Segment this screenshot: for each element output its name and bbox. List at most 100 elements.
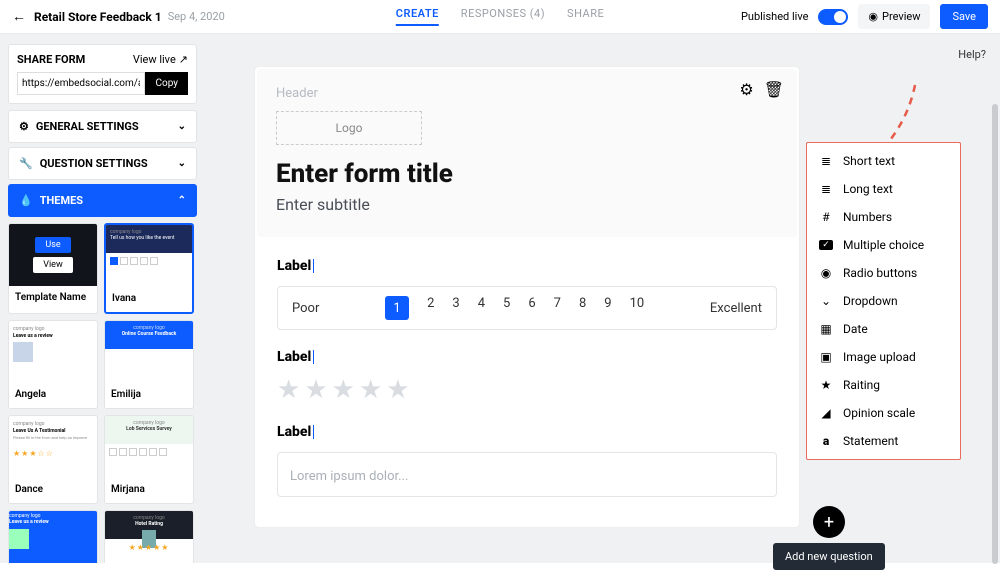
main: SHARE FORM View live ↗ Copy ⚙ GENERAL SET… [0, 34, 1000, 563]
view-live-link[interactable]: View live ↗ [133, 53, 188, 66]
tab-share[interactable]: SHARE [567, 7, 604, 26]
question-opinion-scale[interactable]: Label Poor 1 2 3 4 5 6 7 8 9 10 [255, 239, 799, 330]
published-live-toggle[interactable] [818, 9, 848, 25]
qtype-date[interactable]: ▦Date [807, 315, 960, 343]
question-rating[interactable]: Label ★ ★ ★ ★ ★ [255, 330, 799, 405]
star-icon[interactable]: ★ [386, 375, 409, 405]
scale-option[interactable]: 3 [452, 296, 459, 320]
statement-icon: a [819, 434, 833, 448]
qtype-dropdown[interactable]: ⌄Dropdown [807, 287, 960, 315]
qtype-multiple-choice[interactable]: ✓Multiple choice [807, 231, 960, 259]
share-url-input[interactable] [17, 72, 145, 95]
theme-card[interactable]: company logo Leave Us A Testimonial Plea… [8, 415, 98, 504]
copy-button[interactable]: Copy [145, 72, 188, 95]
gear-icon[interactable]: ⚙ [739, 80, 753, 99]
qtype-opinion-scale[interactable]: ◢Opinion scale [807, 399, 960, 427]
question-label[interactable]: Label [277, 349, 311, 365]
tab-responses[interactable]: RESPONSES (4) [461, 7, 545, 26]
scrollbar[interactable] [992, 104, 998, 564]
scale-option[interactable]: 10 [630, 296, 645, 320]
scale-option[interactable]: 9 [604, 296, 611, 320]
rating-stars[interactable]: ★ ★ ★ ★ ★ [277, 375, 777, 405]
theme-card[interactable]: company logoHotel Rating ★★★★★ Kiko [104, 510, 194, 563]
star-icon: ★ [819, 378, 833, 392]
question-label[interactable]: Label [277, 424, 311, 440]
eye-icon: ◉ [868, 10, 878, 23]
theme-use-button[interactable]: Use [35, 237, 70, 253]
cursor-icon [313, 425, 314, 439]
theme-view-button[interactable]: View [33, 257, 72, 273]
chevron-down-icon: ⌄ [178, 158, 186, 169]
scale-numbers: 1 2 3 4 5 6 7 8 9 10 [385, 296, 644, 320]
theme-name: Emilija [105, 383, 193, 408]
question-long-text[interactable]: Label Lorem ipsum dolor... [255, 405, 799, 497]
question-settings-label: QUESTION SETTINGS [40, 157, 148, 170]
help-link[interactable]: Help? [958, 48, 986, 61]
top-tabs: CREATE RESPONSES (4) SHARE [396, 7, 604, 26]
chevron-down-icon: ⌄ [178, 121, 186, 132]
star-icon[interactable]: ★ [359, 375, 382, 405]
add-question-fab[interactable]: + [813, 506, 845, 538]
canvas: Help? ⚙ 🗑 Header Logo Enter form title E… [205, 34, 1000, 563]
theme-card[interactable]: Use View Template Name [8, 223, 98, 314]
qtype-image-upload[interactable]: ▣Image upload [807, 343, 960, 371]
trash-icon[interactable]: 🗑 [764, 80, 784, 99]
form-subtitle-input[interactable]: Enter subtitle [276, 195, 778, 214]
theme-card[interactable]: company logoOnline Course Feedback Emili… [104, 320, 194, 409]
theme-name: Ivana [106, 287, 192, 312]
add-question-tooltip: Add new question [773, 543, 885, 570]
theme-card[interactable]: company logoTell us how you like the eve… [104, 223, 194, 314]
tab-create[interactable]: CREATE [396, 7, 439, 26]
accordion-question-settings[interactable]: 🔧QUESTION SETTINGS ⌄ [8, 147, 197, 180]
theme-name: Dance [9, 478, 97, 503]
back-arrow-icon[interactable]: ← [12, 8, 26, 25]
question-label[interactable]: Label [277, 258, 311, 274]
scale-low-label: Poor [292, 301, 319, 316]
gear-icon: ⚙ [19, 120, 29, 133]
preview-label: Preview [882, 10, 920, 23]
star-icon[interactable]: ★ [304, 375, 327, 405]
checkbox-icon: ✓ [819, 240, 833, 250]
logo-upload-box[interactable]: Logo [276, 111, 422, 145]
theme-card[interactable]: company logoLeave us a review Nevrie [8, 510, 98, 563]
theme-name: Angela [9, 383, 97, 408]
qtype-radio-buttons[interactable]: ◉Radio buttons [807, 259, 960, 287]
qtype-rating[interactable]: ★Raiting [807, 371, 960, 399]
theme-name: Template Name [9, 286, 97, 311]
scale-option[interactable]: 7 [554, 296, 561, 320]
form-title-input[interactable]: Enter form title [276, 159, 778, 189]
scale-option[interactable]: 2 [427, 296, 434, 320]
scale-option[interactable]: 8 [579, 296, 586, 320]
qtype-numbers[interactable]: #Numbers [807, 203, 960, 231]
theme-card[interactable]: company logoLob Services Survey Mirjana [104, 415, 194, 504]
topbar-right: Published live ◉ Preview Save [741, 4, 988, 29]
scale-option[interactable]: 5 [503, 296, 510, 320]
header-caption: Header [276, 86, 778, 101]
chevron-up-icon: ⌃ [178, 195, 186, 206]
save-button[interactable]: Save [940, 4, 988, 29]
qtype-long-text[interactable]: ≣Long text [807, 175, 960, 203]
calendar-icon: ▦ [819, 322, 833, 336]
view-live-label: View live [133, 53, 176, 66]
form-header-block[interactable]: ⚙ 🗑 Header Logo Enter form title Enter s… [257, 69, 797, 237]
scale-option[interactable]: 4 [478, 296, 485, 320]
star-icon[interactable]: ★ [332, 375, 355, 405]
chevron-down-icon: ⌄ [819, 294, 833, 308]
long-text-input[interactable]: Lorem ipsum dolor... [277, 452, 777, 497]
accordion-general-settings[interactable]: ⚙ GENERAL SETTINGS ⌄ [8, 110, 197, 143]
bars-icon: ◢ [819, 406, 833, 420]
preview-button[interactable]: ◉ Preview [858, 4, 930, 29]
external-link-icon: ↗ [179, 53, 188, 66]
form-card: ⚙ 🗑 Header Logo Enter form title Enter s… [255, 67, 799, 527]
qtype-short-text[interactable]: ≣Short text [807, 147, 960, 175]
scale-option[interactable]: 6 [528, 296, 535, 320]
theme-card[interactable]: company logo Leave us a review Angela [8, 320, 98, 409]
scale-option[interactable]: 1 [385, 296, 409, 320]
share-form-panel: SHARE FORM View live ↗ Copy [8, 44, 197, 104]
accordion-themes[interactable]: 💧THEMES ⌃ [8, 184, 197, 217]
general-settings-label: GENERAL SETTINGS [36, 120, 139, 133]
plus-icon: + [824, 512, 834, 533]
form-name: Retail Store Feedback 1 [34, 10, 162, 24]
star-icon[interactable]: ★ [277, 375, 300, 405]
qtype-statement[interactable]: aStatement [807, 427, 960, 455]
